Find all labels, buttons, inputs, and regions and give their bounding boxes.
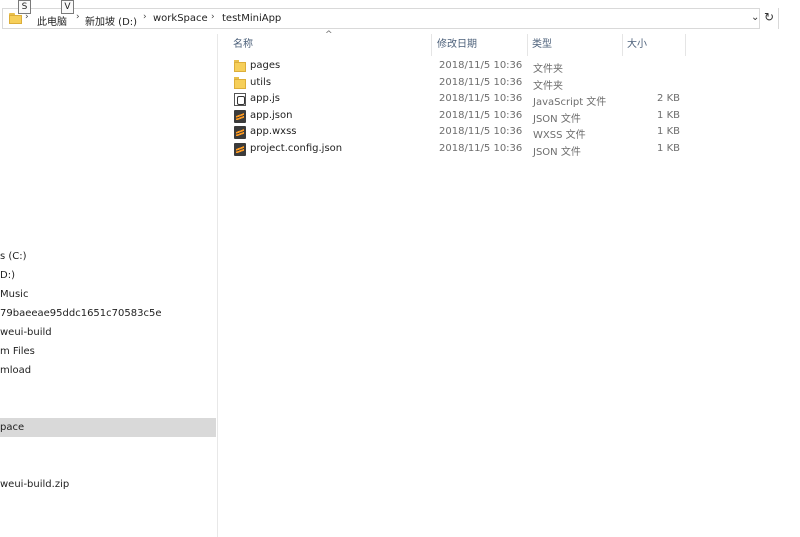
folder-icon: [234, 76, 246, 90]
file-name: app.json: [250, 109, 293, 121]
column-header-type[interactable]: 类型: [528, 34, 621, 56]
nav-item-drive-d[interactable]: D:): [0, 266, 216, 285]
file-type: JSON 文件: [533, 146, 581, 158]
access-key-badge-v: V: [61, 0, 74, 14]
access-key-badge-s: S: [18, 0, 31, 14]
file-modified: 2018/11/5 10:36: [439, 60, 523, 71]
address-divider: [778, 8, 779, 29]
column-header-size[interactable]: 大小: [623, 34, 685, 56]
file-size: 1 KB: [657, 126, 680, 138]
file-row-pages[interactable]: pages 2018/11/5 10:36 文件夹: [218, 58, 800, 75]
folder-icon: [234, 60, 246, 73]
nav-item-drive-c[interactable]: s (C:): [0, 247, 216, 266]
breadcrumb-workspace[interactable]: workSpace: [153, 13, 208, 24]
refresh-icon[interactable]: ↻: [762, 10, 776, 26]
column-separator[interactable]: [685, 34, 686, 56]
nav-item-workspace[interactable]: pace: [0, 418, 216, 437]
file-name: app.js: [250, 93, 280, 105]
file-modified: 2018/11/5 10:36: [439, 126, 523, 138]
folder-icon: [9, 13, 22, 24]
breadcrumb-testminiapp[interactable]: testMiniApp: [222, 13, 281, 24]
breadcrumb-drive-d[interactable]: 新加坡 (D:): [85, 13, 137, 28]
file-type: JavaScript 文件: [533, 97, 607, 109]
chevron-right-icon[interactable]: ›: [76, 12, 80, 22]
file-name: pages: [250, 60, 281, 71]
file-row-app-js[interactable]: app.js 2018/11/5 10:36 JavaScript 文件 2 K…: [218, 91, 800, 108]
file-row-app-json[interactable]: app.json 2018/11/5 10:36 JSON 文件 1 KB: [218, 108, 800, 125]
file-list: pages 2018/11/5 10:36 文件夹 utils 2018/11/…: [218, 58, 800, 158]
file-type: WXSS 文件: [533, 130, 586, 142]
sublime-file-icon: [234, 126, 246, 140]
sublime-file-icon: [234, 109, 246, 123]
file-name: app.wxss: [250, 126, 297, 138]
column-header-name[interactable]: 名称: [229, 34, 431, 56]
file-name: utils: [250, 76, 272, 88]
nav-item-hash-folder[interactable]: 79baeeae95ddc1651c70583c5e: [0, 304, 216, 323]
column-header-modified[interactable]: 修改日期: [433, 34, 526, 56]
file-modified: 2018/11/5 10:36: [439, 93, 523, 105]
file-type: 文件夹: [533, 64, 563, 75]
file-type: 文件夹: [533, 80, 563, 92]
file-modified: 2018/11/5 10:36: [439, 142, 523, 154]
file-row-utils[interactable]: utils 2018/11/5 10:36 文件夹: [218, 75, 800, 92]
file-size: 2 KB: [657, 93, 680, 105]
breadcrumb-this-pc[interactable]: 此电脑: [37, 13, 67, 28]
file-type: JSON 文件: [533, 113, 581, 125]
address-box[interactable]: › 此电脑 › 新加坡 (D:) › workSpace › testMiniA…: [2, 8, 760, 29]
file-modified: 2018/11/5 10:36: [439, 109, 523, 121]
chevron-right-icon[interactable]: ›: [143, 12, 147, 22]
column-separator[interactable]: [431, 34, 432, 56]
column-headers: ^ 名称 修改日期 类型 大小: [218, 30, 800, 56]
address-bar[interactable]: › 此电脑 › 新加坡 (D:) › workSpace › testMiniA…: [0, 8, 800, 30]
nav-item-weui-build-zip[interactable]: weui-build.zip: [0, 475, 216, 494]
file-modified: 2018/11/5 10:36: [439, 76, 523, 88]
file-row-project-config-json[interactable]: project.config.json 2018/11/5 10:36 JSON…: [218, 141, 800, 158]
nav-item-download[interactable]: mload: [0, 361, 216, 380]
file-size: 1 KB: [657, 142, 680, 154]
nav-item-music[interactable]: Music: [0, 285, 216, 304]
sublime-file-icon: [234, 142, 246, 156]
chevron-down-icon[interactable]: ⌄: [751, 12, 759, 23]
file-name: project.config.json: [250, 142, 343, 154]
chevron-right-icon[interactable]: ›: [211, 12, 215, 22]
nav-item-weui-build[interactable]: weui-build: [0, 323, 216, 342]
navigation-pane[interactable]: s (C:) D:) Music 79baeeae95ddc1651c70583…: [0, 34, 217, 537]
nav-item-program-files[interactable]: m Files: [0, 342, 216, 361]
file-row-app-wxss[interactable]: app.wxss 2018/11/5 10:36 WXSS 文件 1 KB: [218, 124, 800, 141]
js-file-icon: [234, 93, 246, 107]
file-size: 1 KB: [657, 109, 680, 121]
